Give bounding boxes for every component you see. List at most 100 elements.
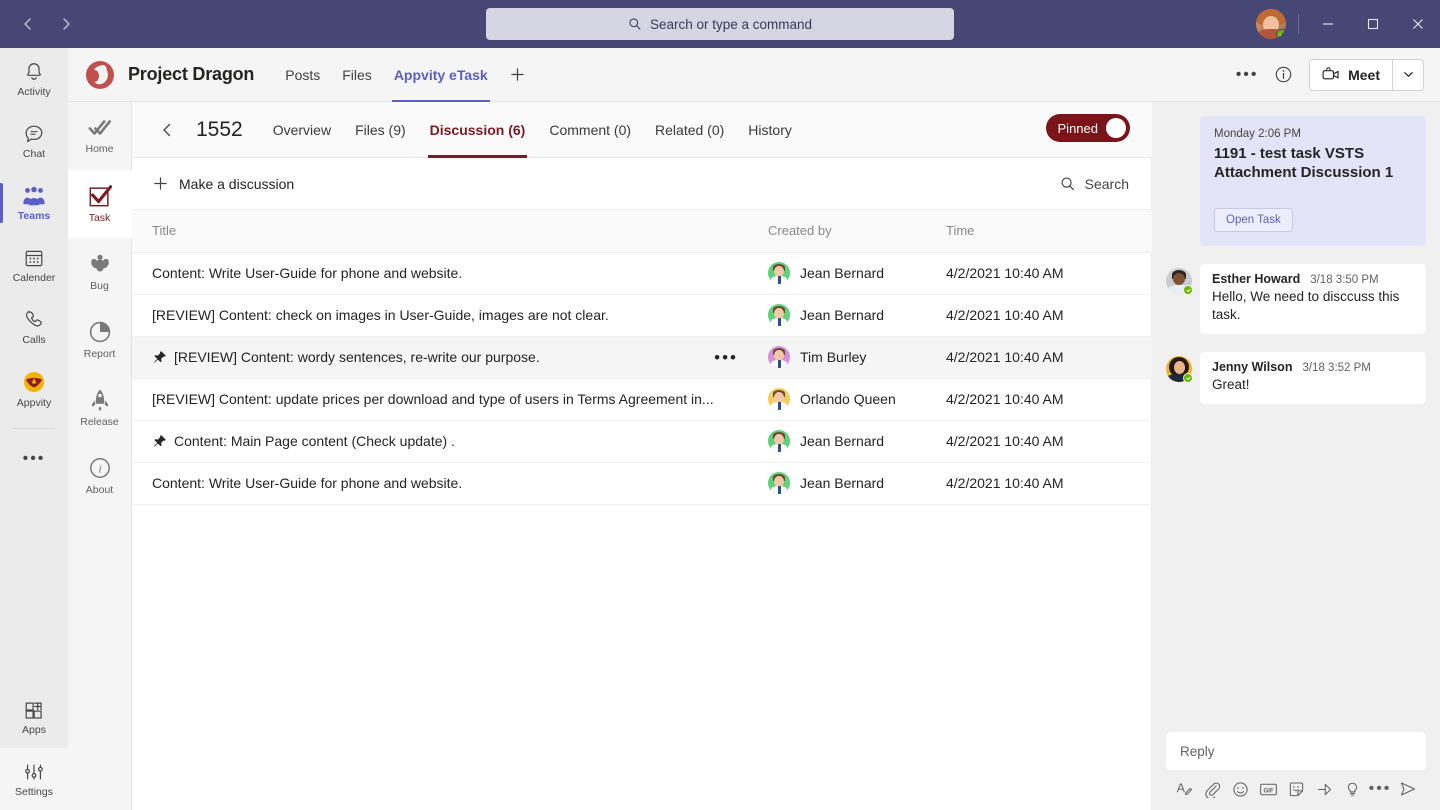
table-body: Content: Write User-Guide for phone and … (132, 252, 1156, 504)
pinned-label: Pinned (1058, 121, 1098, 136)
message-time: 3/18 3:52 PM (1302, 362, 1370, 374)
module-item-task[interactable]: Task (68, 170, 132, 238)
pinned-toggle[interactable]: Pinned (1046, 114, 1130, 142)
teams-window: Search or type a command (0, 0, 1440, 810)
apps-grid-icon (23, 699, 45, 721)
table-row[interactable]: [REVIEW] Content: wordy sentences, re-wr… (132, 336, 1156, 378)
avatar (768, 304, 790, 326)
row-created-by: Jean Bernard (800, 307, 884, 323)
column-header-time[interactable]: Time (946, 210, 1126, 252)
module-item-home[interactable]: Home (68, 102, 132, 170)
tab-discussion[interactable]: Discussion (6) (418, 102, 538, 158)
sticker-icon[interactable] (1282, 776, 1310, 802)
global-search-wrap: Search or type a command (486, 8, 954, 40)
checkbox-check-icon (88, 184, 112, 208)
sidebar-item-calls[interactable]: Calls (0, 296, 68, 358)
add-tab-button[interactable] (503, 48, 533, 102)
chat-message: Jenny Wilson 3/18 3:52 PM Great! (1166, 352, 1426, 404)
channel-info-button[interactable] (1267, 59, 1299, 91)
rail-more-apps-button[interactable]: ••• (23, 437, 46, 481)
module-item-bug[interactable]: Bug (68, 238, 132, 306)
calendar-icon (23, 247, 45, 269)
pin-icon[interactable] (152, 434, 174, 449)
global-search-input[interactable]: Search or type a command (486, 8, 954, 40)
titlebar-divider (1298, 14, 1299, 34)
message-time: 3/18 3:50 PM (1310, 274, 1378, 286)
lightbulb-icon[interactable] (1338, 776, 1366, 802)
row-title: Content: Write User-Guide for phone and … (152, 475, 462, 491)
row-more-button[interactable]: ••• (714, 349, 760, 366)
column-header-created-by[interactable]: Created by (768, 210, 946, 252)
message-bubble: Esther Howard 3/18 3:50 PM Hello, We nee… (1200, 264, 1426, 334)
discussion-search-button[interactable]: Search (1060, 176, 1129, 192)
minimize-button[interactable] (1305, 0, 1350, 48)
sidebar-item-calender[interactable]: Calender (0, 234, 68, 296)
gif-icon[interactable]: GIF (1254, 776, 1282, 802)
format-text-icon[interactable] (1170, 776, 1198, 802)
tab-related[interactable]: Related (0) (643, 102, 736, 158)
forward-nav-button[interactable] (50, 8, 82, 40)
channel-header: Project Dragon Posts Files Appvity eTask… (68, 48, 1440, 102)
info-circle-icon: i (88, 456, 112, 480)
discussion-card: Make a discussion Search (132, 158, 1152, 810)
back-nav-button[interactable] (12, 8, 44, 40)
tab-appvity-etask[interactable]: Appvity eTask (383, 48, 499, 102)
avatar (768, 430, 790, 452)
discussion-table: Title Created by Time (132, 210, 1156, 505)
meet-button[interactable]: Meet (1310, 59, 1392, 91)
avatar (1166, 268, 1192, 294)
attach-paperclip-icon[interactable] (1198, 776, 1226, 802)
column-header-title[interactable]: Title (132, 210, 768, 252)
user-avatar[interactable] (1256, 9, 1286, 39)
table-row[interactable]: Content: Main Page content (Check update… (132, 420, 1156, 462)
tab-files[interactable]: Files (9) (343, 102, 418, 158)
module-item-label: Release (80, 416, 119, 428)
module-item-report[interactable]: Report (68, 306, 132, 374)
tab-posts[interactable]: Posts (274, 48, 331, 102)
module-item-release[interactable]: Release (68, 374, 132, 442)
make-discussion-button[interactable]: Make a discussion (152, 175, 294, 192)
message-bubble: Jenny Wilson 3/18 3:52 PM Great! (1200, 352, 1426, 404)
avatar (768, 388, 790, 410)
reply-input[interactable]: Reply (1166, 732, 1426, 770)
avatar (768, 472, 790, 494)
tab-files[interactable]: Files (331, 48, 383, 102)
tab-overview[interactable]: Overview (261, 102, 343, 158)
chat-message: Esther Howard 3/18 3:50 PM Hello, We nee… (1166, 264, 1426, 334)
sidebar-item-teams[interactable]: Teams (0, 172, 68, 234)
discussion-toolbar: Make a discussion Search (132, 158, 1151, 210)
tab-comment[interactable]: Comment (0) (537, 102, 643, 158)
sidebar-item-activity[interactable]: Activity (0, 48, 68, 110)
send-icon[interactable] (1394, 776, 1422, 802)
more-horizontal-icon: ••• (23, 454, 46, 464)
chat-scroll-area[interactable]: Monday 2:06 PM 1191 - test task VSTS Att… (1152, 102, 1440, 732)
sidebar-item-chat[interactable]: Chat (0, 110, 68, 172)
avatar (768, 262, 790, 284)
table-row[interactable]: [REVIEW] Content: check on images in Use… (132, 294, 1156, 336)
meet-dropdown-button[interactable] (1393, 59, 1423, 91)
task-back-button[interactable] (148, 111, 186, 149)
channel-more-button[interactable]: ••• (1231, 59, 1263, 91)
sidebar-item-apps[interactable]: Apps (0, 686, 68, 748)
tab-history[interactable]: History (736, 102, 804, 158)
close-button[interactable] (1395, 0, 1440, 48)
pin-icon[interactable] (152, 350, 174, 365)
open-task-button[interactable]: Open Task (1214, 208, 1293, 232)
praise-send-icon[interactable] (1310, 776, 1338, 802)
rail-bottom-group: Apps Settings (0, 686, 68, 810)
maximize-button[interactable] (1350, 0, 1395, 48)
search-icon (1060, 176, 1076, 192)
sidebar-item-settings[interactable]: Settings (0, 748, 68, 810)
emoji-icon[interactable] (1226, 776, 1254, 802)
table-row[interactable]: [REVIEW] Content: update prices per down… (132, 378, 1156, 420)
titlebar-right-group (1256, 0, 1440, 48)
reply-area: Reply (1152, 732, 1440, 810)
module-item-about[interactable]: i About (68, 442, 132, 510)
more-horizontal-icon[interactable]: ••• (1366, 776, 1394, 802)
sidebar-item-appvity[interactable]: Appvity (0, 358, 68, 420)
search-icon (628, 17, 642, 31)
table-row[interactable]: Content: Write User-Guide for phone and … (132, 462, 1156, 504)
row-time: 4/2/2021 10:40 AM (946, 307, 1064, 323)
table-row[interactable]: Content: Write User-Guide for phone and … (132, 252, 1156, 294)
double-check-icon (88, 117, 112, 139)
